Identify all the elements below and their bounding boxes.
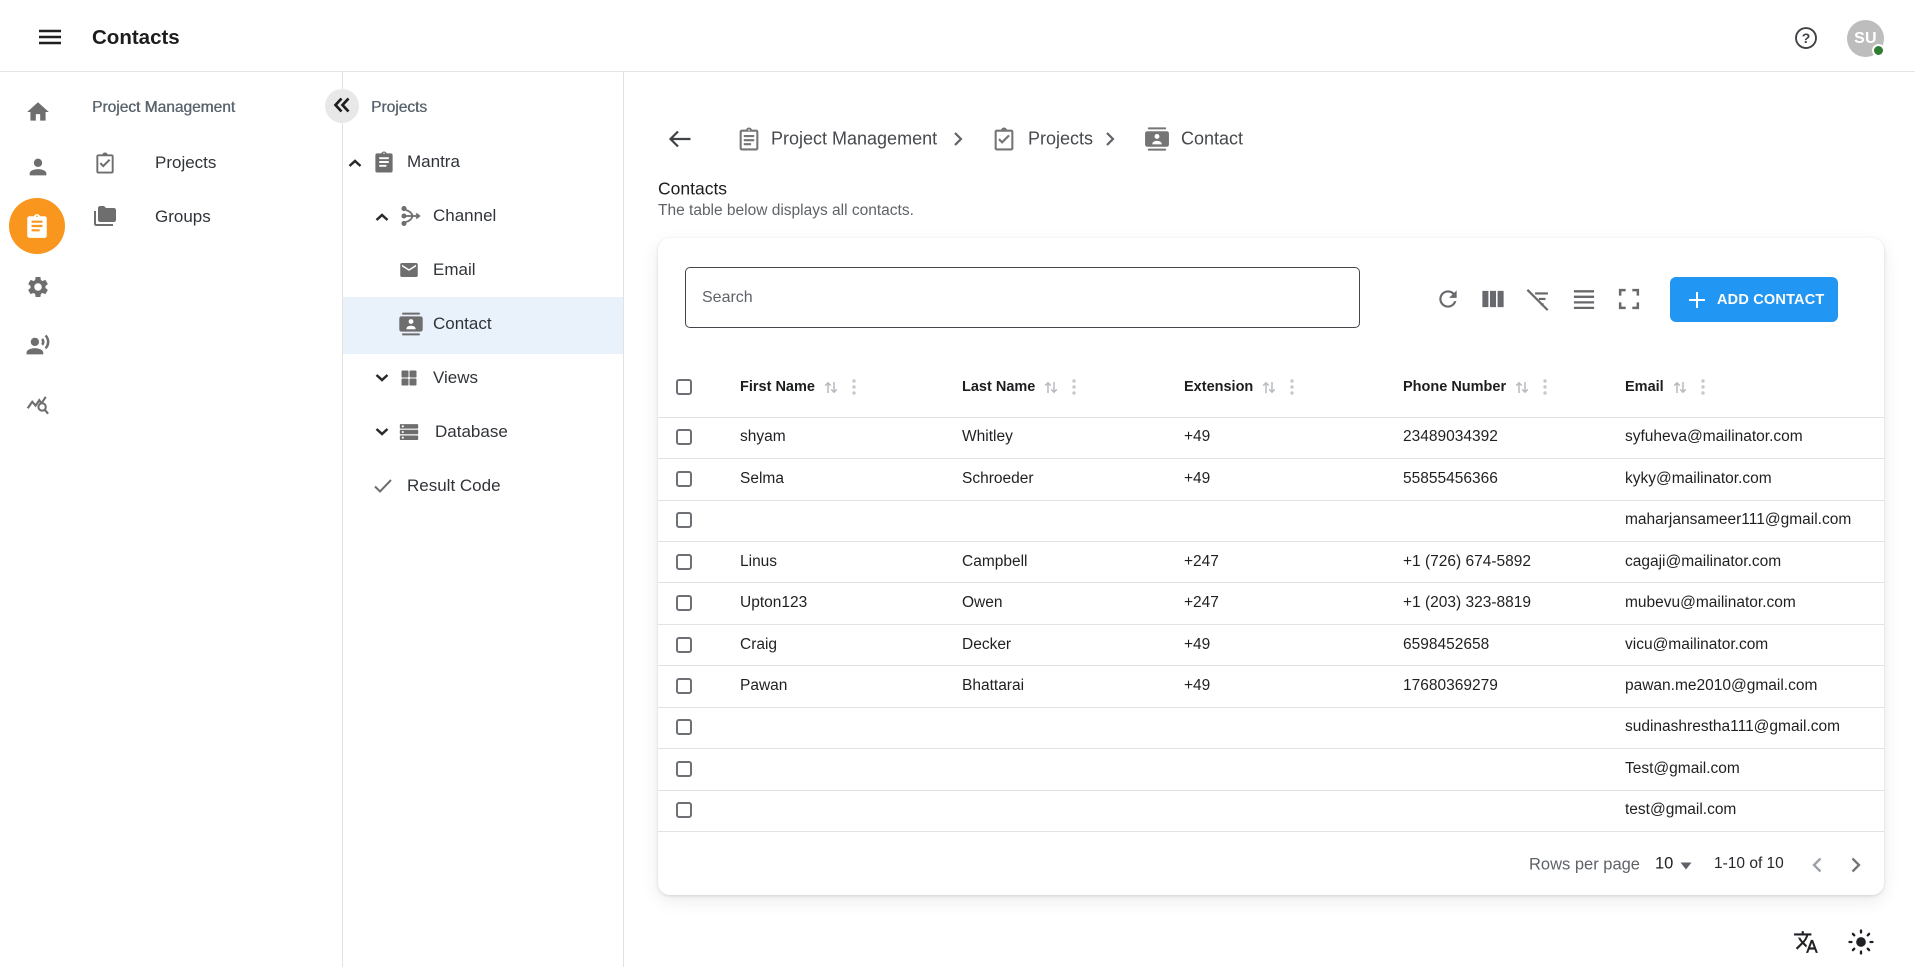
svg-text:?: ? — [1802, 30, 1811, 46]
